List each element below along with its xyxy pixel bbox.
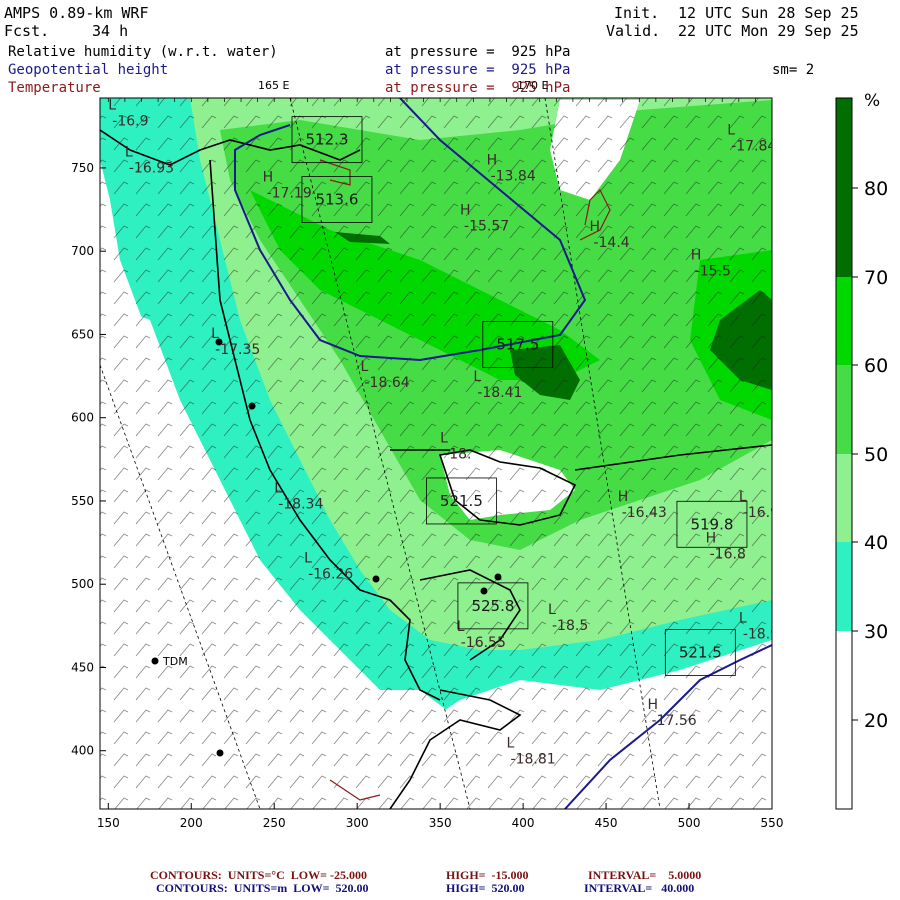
- temperature-value: -16.93: [129, 160, 174, 176]
- x-tick-label: 500: [678, 816, 701, 830]
- station-dot: [480, 587, 488, 595]
- temperature-value: -16.8: [710, 547, 746, 563]
- temperature-value: -18.64: [365, 375, 410, 391]
- low-marker: L: [361, 359, 369, 375]
- y-tick-label: 650: [71, 327, 94, 341]
- colorbar-segment: [836, 454, 852, 542]
- temperature-value: -18.81: [511, 751, 556, 767]
- low-marker: L: [108, 98, 116, 114]
- station-dot: [216, 749, 224, 757]
- colorbar-tick-label: 20: [864, 710, 888, 732]
- colorbar-segment: [836, 277, 852, 365]
- high-marker: H: [618, 489, 629, 505]
- x-tick-label: 250: [263, 816, 286, 830]
- colorbar-segment: [836, 365, 852, 454]
- temperature-value: -17.19: [267, 185, 312, 201]
- colorbar: 20 30 40 50 60 70 80: [835, 97, 888, 810]
- low-marker: L: [739, 489, 747, 505]
- temperature-value: -17.84: [731, 139, 776, 155]
- low-marker: L: [473, 369, 481, 385]
- station-dot: [372, 575, 380, 583]
- y-tick-label: 400: [71, 744, 94, 758]
- temperature-value: -17.35: [215, 342, 260, 358]
- y-tick-label: 500: [71, 577, 94, 591]
- low-marker: L: [440, 431, 448, 447]
- height-value: 512.3: [306, 131, 349, 149]
- temperature-value: -17.56: [652, 713, 697, 729]
- height-value: 517.5: [496, 335, 539, 353]
- low-marker: L: [727, 123, 735, 139]
- x-tick-label: 350: [429, 816, 452, 830]
- station-dot: [248, 402, 256, 410]
- high-marker: H: [263, 169, 274, 185]
- height-value: 513.6: [315, 191, 358, 209]
- low-marker: L: [125, 144, 133, 160]
- meridian-label-170e: 170 E: [517, 79, 548, 92]
- temperature-value: -18.: [444, 447, 471, 463]
- height-value: 521.5: [440, 492, 483, 510]
- low-marker: L: [304, 551, 312, 567]
- temperature-value: -16.26: [308, 567, 353, 583]
- station-tdm-dot: [151, 657, 159, 665]
- y-tick-label: 450: [71, 660, 94, 674]
- high-marker: H: [589, 219, 600, 235]
- x-tick-label: 450: [595, 816, 618, 830]
- temperature-value: -13.84: [491, 169, 536, 185]
- temperature-value: -15.5: [695, 264, 731, 280]
- colorbar-tick-label: 50: [864, 444, 888, 466]
- temperature-value: -16.43: [622, 505, 667, 521]
- colorbar-segment: [836, 542, 852, 631]
- high-marker: H: [648, 697, 659, 713]
- height-value: 519.8: [690, 515, 733, 533]
- low-marker: L: [507, 735, 515, 751]
- x-tick-label: 400: [512, 816, 535, 830]
- humidity-field: [100, 98, 772, 809]
- high-marker: H: [487, 153, 498, 169]
- colorbar-tick-label: 40: [864, 532, 888, 554]
- colorbar-segment: [836, 98, 852, 277]
- y-tick-label: 550: [71, 494, 94, 508]
- y-tick-label: 750: [71, 161, 94, 175]
- y-tick-label: 600: [71, 411, 94, 425]
- temperature-value: -18.34: [278, 497, 323, 513]
- footer-height-interval: INTERVAL= 40.000: [584, 881, 695, 895]
- low-marker: L: [211, 326, 219, 342]
- temperature-value: -18.5: [552, 618, 588, 634]
- temperature-value: -16.55: [461, 635, 506, 651]
- colorbar-tick-label: 70: [864, 267, 888, 289]
- footer-height-contours: CONTOURS: UNITS=m LOW= 520.00: [156, 881, 369, 895]
- high-marker: H: [691, 248, 702, 264]
- temperature-value: -14.4: [593, 235, 629, 251]
- colorbar-tick-label: 80: [864, 178, 888, 200]
- temperature-value: -16.9: [743, 505, 779, 521]
- footer-height-high: HIGH= 520.00: [446, 881, 525, 895]
- high-marker: H: [460, 203, 471, 219]
- colorbar-tick-label: 30: [864, 621, 888, 643]
- meridian-label-165e: 165 E: [258, 79, 289, 92]
- x-tick-label: 150: [97, 816, 120, 830]
- low-marker: L: [548, 602, 556, 618]
- station-tdm-label: TDM: [162, 655, 188, 668]
- temperature-value: -15.57: [464, 219, 509, 235]
- weather-map: TDM 165 E 170 E L-16.93H-17.19H-13.84L-1…: [71, 79, 888, 830]
- station-dot: [494, 573, 502, 581]
- y-tick-label: 700: [71, 244, 94, 258]
- colorbar-unit: %: [864, 91, 880, 111]
- low-marker: L: [739, 611, 747, 627]
- temperature-value: -18.9: [743, 627, 779, 643]
- height-value: 521.5: [679, 643, 722, 661]
- height-value: 525.8: [471, 597, 514, 615]
- colorbar-segment: [836, 631, 852, 809]
- x-tick-label: 300: [346, 816, 369, 830]
- x-tick-label: 550: [761, 816, 784, 830]
- temperature-value: -18.41: [477, 385, 522, 401]
- x-tick-label: 200: [180, 816, 203, 830]
- temperature-value: -16.9: [112, 114, 148, 130]
- colorbar-tick-label: 60: [864, 355, 888, 377]
- low-marker: L: [274, 481, 282, 497]
